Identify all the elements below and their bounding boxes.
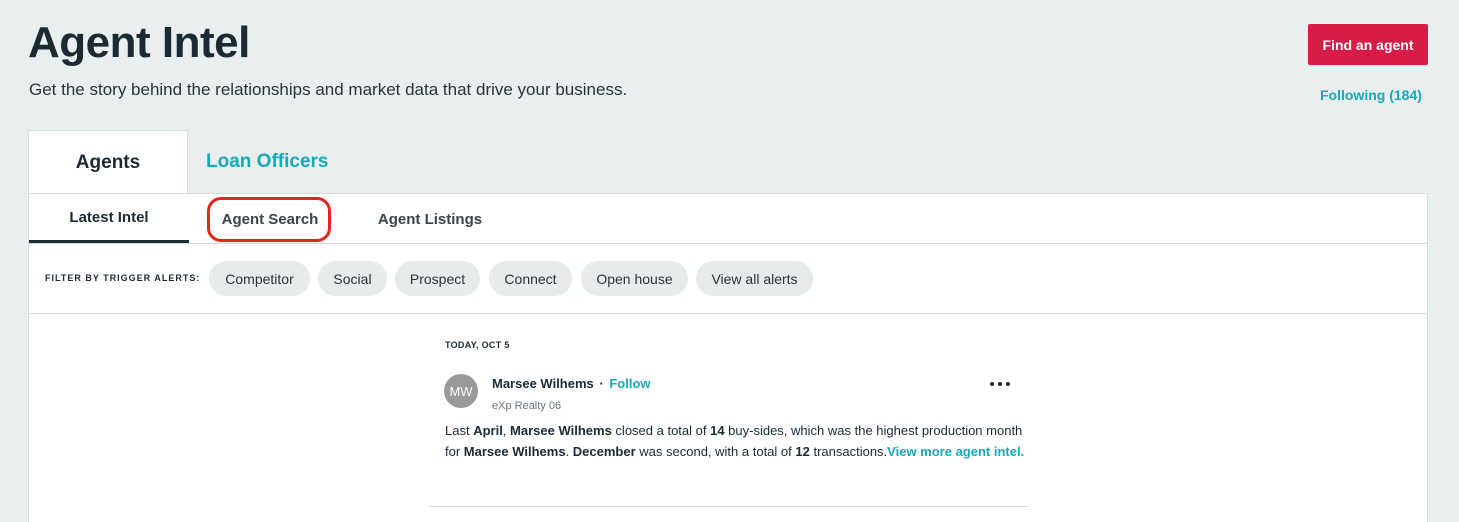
agent-name-link[interactable]: Marsee Wilhems xyxy=(492,376,594,391)
view-more-intel-link[interactable]: View more agent intel. xyxy=(887,444,1024,459)
intel-summary: Last April, Marsee Wilhems closed a tota… xyxy=(445,420,1025,462)
intel-text: was second, with a total of xyxy=(635,444,796,459)
brokerage-name: eXp Realty 06 xyxy=(492,400,562,412)
tab-agents[interactable]: Agents xyxy=(28,130,188,194)
intel-text: . xyxy=(565,444,573,459)
tab-loan-officers[interactable]: Loan Officers xyxy=(188,130,348,194)
content-panel: Latest Intel Agent Search Agent Listings… xyxy=(28,193,1428,522)
intel-text: closed a total of xyxy=(611,423,711,438)
intel-agent-name: Marsee Wilhems xyxy=(463,444,566,459)
follow-link[interactable]: Follow xyxy=(609,376,650,391)
filter-chip-view-all-alerts[interactable]: View all alerts xyxy=(696,261,813,296)
intel-text: transactions. xyxy=(809,444,888,459)
page-subtitle: Get the story behind the relationships a… xyxy=(29,80,628,99)
following-link[interactable]: Following (184) xyxy=(1320,87,1422,103)
intel-count: 12 xyxy=(795,444,810,459)
intel-agent-name: Marsee Wilhems xyxy=(510,423,612,438)
avatar[interactable]: MW xyxy=(444,374,478,408)
subtab-latest-intel[interactable]: Latest Intel xyxy=(29,194,189,243)
filter-chip-competitor[interactable]: Competitor xyxy=(209,261,310,296)
subtab-agent-listings[interactable]: Agent Listings xyxy=(359,194,501,244)
find-agent-button[interactable]: Find an agent xyxy=(1308,24,1428,65)
subtab-agent-search[interactable]: Agent Search xyxy=(209,194,331,244)
sub-tab-bar: Latest Intel Agent Search Agent Listings xyxy=(29,194,1427,244)
filter-bar: FILTER BY TRIGGER ALERTS: Competitor Soc… xyxy=(29,244,1427,314)
intel-month: December xyxy=(572,444,636,459)
intel-text: Last xyxy=(445,423,474,438)
more-horizontal-icon[interactable] xyxy=(990,376,1010,392)
filter-chip-open-house[interactable]: Open house xyxy=(581,261,688,296)
filter-chip-prospect[interactable]: Prospect xyxy=(395,261,480,296)
page-title: Agent Intel xyxy=(28,18,250,67)
intel-text: , xyxy=(502,423,511,438)
filter-chip-connect[interactable]: Connect xyxy=(489,261,572,296)
intel-month: April xyxy=(473,423,503,438)
separator-dot: · xyxy=(599,376,604,391)
filter-label: FILTER BY TRIGGER ALERTS: xyxy=(45,273,201,283)
feed-divider xyxy=(429,506,1029,507)
tab-agents-label: Agents xyxy=(75,151,141,173)
intel-count: 14 xyxy=(710,423,725,438)
agent-header: Marsee Wilhems · Follow xyxy=(492,376,651,391)
tab-loan-officers-label: Loan Officers xyxy=(206,151,329,172)
filter-chip-social[interactable]: Social xyxy=(318,261,387,296)
feed-date: TODAY, OCT 5 xyxy=(445,340,510,350)
